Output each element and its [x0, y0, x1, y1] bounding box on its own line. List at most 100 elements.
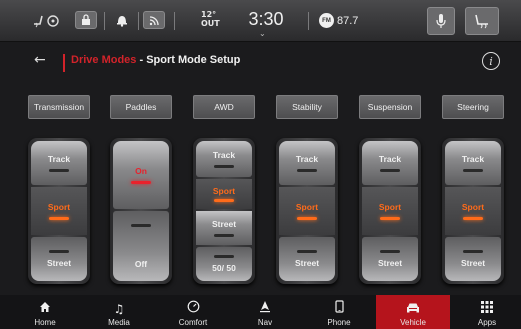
awd-sport-option[interactable]: Sport — [196, 179, 252, 209]
steering-street-option[interactable]: Street — [445, 237, 501, 281]
apps-grid-icon — [481, 300, 493, 318]
nav-apps[interactable]: Apps — [450, 295, 521, 329]
tab-suspension[interactable]: Suspension — [359, 95, 421, 119]
awd-street-option[interactable]: Street — [196, 211, 252, 245]
header-divider — [63, 54, 65, 72]
nav-label: Nav — [257, 318, 273, 327]
suspension-track-option[interactable]: Track — [362, 141, 418, 185]
temp-label: OUT — [201, 19, 220, 28]
paddles-switch[interactable]: On Off — [110, 138, 172, 284]
nav-label: Home — [34, 318, 56, 327]
option-label: Sport — [47, 202, 71, 212]
nav-comfort[interactable]: Comfort — [156, 295, 230, 329]
awd-track-option[interactable]: Track — [196, 141, 252, 177]
option-label: Sport — [295, 202, 319, 212]
indicator-led — [131, 223, 151, 227]
paddles-off-option[interactable]: Off — [113, 211, 169, 281]
indicator-led — [214, 255, 234, 258]
indicator-led — [463, 217, 483, 220]
page-header: ← Drive Modes - Sport Mode Setup i — [0, 43, 521, 81]
status-divider — [104, 12, 105, 30]
option-label: Track — [378, 154, 402, 164]
stability-sport-option[interactable]: Sport — [279, 187, 335, 235]
lock-icon[interactable] — [75, 11, 97, 29]
option-label: Sport — [378, 202, 402, 212]
steering-switch[interactable]: Track Sport Street — [442, 138, 504, 284]
nav-label: Vehicle — [400, 318, 426, 327]
back-arrow-icon[interactable]: ← — [34, 52, 46, 68]
tab-steering[interactable]: Steering — [442, 95, 504, 119]
fm-band-badge: FM — [319, 13, 334, 28]
stability-switch[interactable]: Track Sport Street — [276, 138, 338, 284]
option-label: Track — [295, 154, 319, 164]
nav-media[interactable]: ♫ Media — [82, 295, 156, 329]
radio-status[interactable]: FM 87.7 — [319, 13, 358, 28]
passenger-seat-icon[interactable] — [465, 7, 499, 35]
tab-transmission[interactable]: Transmission — [28, 95, 90, 119]
option-label: On — [135, 166, 147, 176]
transmission-sport-option[interactable]: Sport — [31, 187, 87, 235]
tab-awd[interactable]: AWD — [193, 95, 255, 119]
car-icon — [406, 300, 420, 318]
status-divider — [174, 12, 175, 30]
nav-vehicle[interactable]: Vehicle — [376, 295, 450, 329]
stability-street-option[interactable]: Street — [279, 237, 335, 281]
option-label: Sport — [212, 186, 236, 196]
transmission-track-option[interactable]: Track — [31, 141, 87, 185]
option-label: Street — [377, 258, 403, 268]
option-label: Street — [294, 258, 320, 268]
indicator-led — [463, 250, 483, 253]
transmission-switch[interactable]: Track Sport Street — [28, 138, 90, 284]
indicator-led — [380, 217, 400, 220]
title-sport-mode-setup: - Sport Mode Setup — [136, 54, 241, 66]
paddles-on-option[interactable]: On — [113, 141, 169, 209]
indicator-led — [214, 199, 234, 202]
indicator-led — [380, 250, 400, 253]
bell-icon[interactable] — [112, 8, 132, 32]
tab-paddles[interactable]: Paddles — [110, 95, 172, 119]
microphone-icon[interactable] — [427, 7, 455, 35]
indicator-led — [297, 217, 317, 220]
nav-nav[interactable]: Nav — [228, 295, 302, 329]
radio-frequency: 87.7 — [337, 14, 359, 27]
clock[interactable]: 3:30 — [228, 9, 304, 30]
nav-label: Media — [108, 318, 130, 327]
page-title: Drive Modes - Sport Mode Setup — [71, 54, 240, 66]
awd-switch[interactable]: Track Sport Street 50/ 50 — [193, 138, 255, 284]
gauge-icon — [187, 300, 200, 318]
transmission-street-option[interactable]: Street — [31, 237, 87, 281]
option-label: Off — [134, 258, 148, 269]
nav-home[interactable]: Home — [8, 295, 82, 329]
indicator-led — [49, 250, 69, 253]
steering-sport-option[interactable]: Sport — [445, 187, 501, 235]
chevron-down-icon[interactable]: ⌄ — [259, 29, 266, 38]
status-divider — [138, 12, 139, 30]
option-label: Street — [460, 258, 486, 268]
awd-50-50-option[interactable]: 50/ 50 — [196, 247, 252, 281]
info-icon[interactable]: i — [482, 52, 500, 70]
suspension-sport-option[interactable]: Sport — [362, 187, 418, 235]
indicator-led — [49, 217, 69, 220]
phone-icon — [334, 300, 344, 318]
tab-stability[interactable]: Stability — [276, 95, 338, 119]
nav-label: Comfort — [178, 318, 208, 327]
nav-label: Apps — [477, 318, 497, 327]
suspension-street-option[interactable]: Street — [362, 237, 418, 281]
heated-seat-icon[interactable] — [28, 8, 64, 32]
suspension-switch[interactable]: Track Sport Street — [359, 138, 421, 284]
nav-phone[interactable]: Phone — [302, 295, 376, 329]
option-label: Sport — [461, 202, 485, 212]
option-label: Track — [212, 150, 236, 160]
stability-track-option[interactable]: Track — [279, 141, 335, 185]
indicator-led — [49, 169, 69, 172]
option-label: Street — [211, 219, 237, 229]
steering-track-option[interactable]: Track — [445, 141, 501, 185]
music-note-icon: ♫ — [113, 302, 125, 316]
wifi-icon[interactable] — [143, 11, 165, 29]
bottom-nav: Home ♫ Media Comfort Nav Phone Vehicle A… — [0, 295, 521, 329]
indicator-led — [297, 250, 317, 253]
home-icon — [39, 300, 51, 318]
indicator-led — [131, 181, 151, 184]
option-label: Track — [47, 154, 71, 164]
title-drive-modes: Drive Modes — [71, 54, 137, 66]
